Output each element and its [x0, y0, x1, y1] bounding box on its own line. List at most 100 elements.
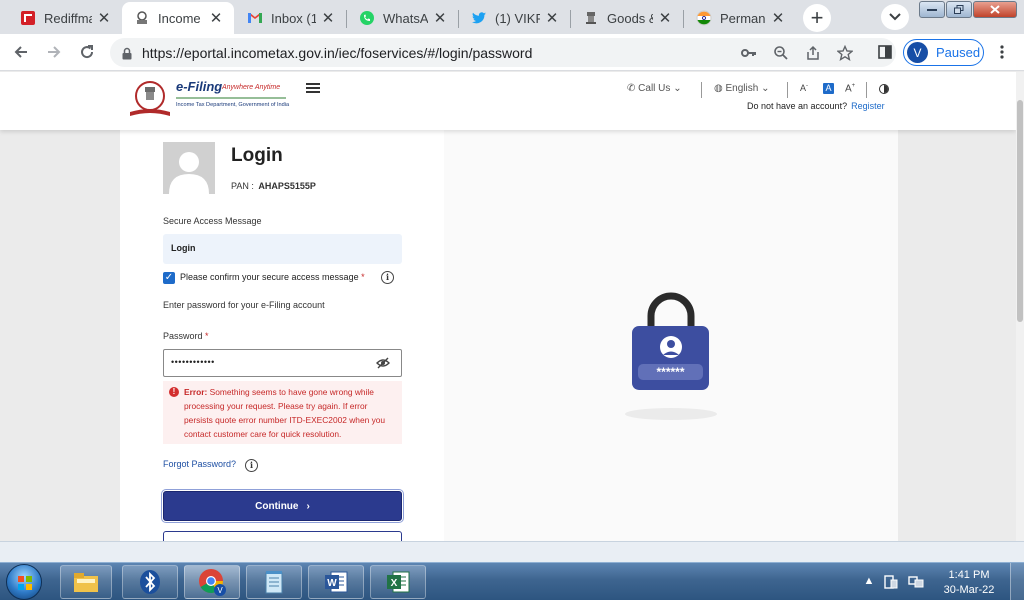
contrast-icon[interactable] — [879, 84, 889, 94]
divider — [866, 82, 867, 98]
font-increase-button[interactable]: A+ — [845, 83, 855, 94]
window-close-button[interactable] — [973, 1, 1017, 18]
address-bar[interactable]: https://eportal.incometax.gov.in/iec/fos… — [110, 38, 896, 67]
close-icon[interactable]: ✕ — [208, 9, 224, 27]
back-button[interactable] — [163, 531, 402, 541]
taskbar-bluetooth[interactable] — [122, 565, 178, 599]
minimize-button[interactable] — [919, 1, 945, 18]
lock-icon[interactable] — [118, 44, 136, 62]
clock-time: 1:41 PM — [948, 569, 990, 581]
required-marker: * — [361, 272, 365, 282]
language-menu[interactable]: ◍ English ⌄ — [714, 83, 770, 94]
no-account-text: Do not have an account? — [747, 101, 848, 111]
logo-title: e-Filing — [176, 79, 223, 94]
scrollbar-thumb[interactable] — [1017, 100, 1023, 322]
menu-button[interactable] — [990, 40, 1014, 64]
side-panel-icon — [878, 45, 892, 59]
register-link[interactable]: Register — [851, 101, 885, 111]
notepad-icon — [265, 571, 283, 594]
chrome-icon: V — [199, 569, 226, 596]
hamburger-menu-icon[interactable] — [306, 83, 320, 93]
minimize-icon — [927, 8, 937, 11]
clock-date: 30-Mar-22 — [943, 584, 995, 596]
forgot-password-link[interactable]: Forgot Password? — [163, 459, 236, 469]
show-hidden-icons-button[interactable]: ▲ — [862, 575, 876, 589]
continue-button[interactable]: Continue › — [161, 489, 404, 523]
call-us-menu[interactable]: ✆ Call Us ⌄ — [627, 83, 682, 94]
side-panel-button[interactable] — [873, 40, 897, 64]
windows-logo-icon — [18, 576, 32, 590]
system-clock[interactable]: 1:41 PM 30-Mar-22 — [936, 568, 1002, 598]
taskbar-chrome[interactable]: V — [184, 565, 240, 599]
page-title: Login — [231, 145, 283, 166]
secure-access-message: Login — [163, 234, 402, 264]
profile-button[interactable]: V Paused — [903, 39, 984, 66]
error-text: Something seems to have gone wrong while… — [184, 387, 386, 439]
svg-text:X: X — [391, 578, 398, 589]
taskbar-excel[interactable]: X — [370, 565, 426, 599]
zoom-icon[interactable] — [772, 44, 790, 62]
url-text: https://eportal.incometax.gov.in/iec/fos… — [142, 45, 533, 61]
register-prompt: Do not have an account? Register — [747, 101, 885, 111]
network-icon[interactable] — [908, 575, 924, 589]
chevron-down-icon: ⌄ — [673, 83, 682, 94]
start-button[interactable] — [6, 564, 42, 600]
confirm-checkbox[interactable]: ✓ — [163, 272, 175, 284]
action-center-icon[interactable] — [884, 575, 898, 589]
back-button[interactable] — [9, 40, 33, 64]
language-label: English — [725, 83, 759, 94]
confirm-label[interactable]: Please confirm your secure access messag… — [180, 272, 365, 282]
close-icon[interactable]: ✕ — [544, 9, 560, 27]
share-icon[interactable] — [804, 44, 822, 62]
close-icon[interactable]: ✕ — [320, 9, 336, 27]
profile-status: Paused — [936, 45, 981, 60]
reload-button[interactable] — [75, 40, 99, 64]
phone-icon: ✆ — [627, 83, 636, 94]
chevron-right-icon: › — [306, 500, 310, 512]
tab-goods-services[interactable]: Goods & ✕ — [571, 2, 683, 34]
tab-twitter[interactable]: (1) VIKRA ✕ — [459, 2, 570, 34]
chevron-down-icon: ⌄ — [761, 83, 770, 94]
word-icon: W — [325, 571, 348, 593]
restore-button[interactable] — [946, 1, 972, 18]
user-avatar-icon — [163, 142, 215, 194]
close-icon[interactable]: ✕ — [770, 9, 786, 27]
efiling-logo[interactable]: e-Filing Anywhere Anytime Income Tax Dep… — [128, 78, 289, 122]
twitter-icon — [471, 10, 487, 26]
tab-income-tax[interactable]: Income T ✕ — [122, 2, 234, 34]
tab-search-button[interactable] — [881, 4, 909, 30]
close-icon[interactable]: ✕ — [96, 9, 112, 27]
tab-rediffmail[interactable]: Rediffmai ✕ — [8, 2, 122, 34]
forward-button[interactable] — [42, 40, 66, 64]
show-desktop-button[interactable] — [1010, 563, 1024, 600]
password-field[interactable]: •••••••••••• — [163, 349, 402, 377]
tab-permanent[interactable]: Permane ✕ — [684, 2, 796, 34]
padlock-illustration: ****** — [625, 292, 717, 420]
taskbar-word[interactable]: W — [308, 565, 364, 599]
info-icon[interactable]: i — [245, 459, 258, 472]
eye-off-icon[interactable] — [376, 357, 390, 369]
page-scrollbar[interactable] — [1016, 72, 1024, 541]
font-decrease-button[interactable]: A- — [800, 83, 808, 93]
tab-whatsapp[interactable]: WhatsAp ✕ — [347, 2, 458, 34]
new-tab-button[interactable]: + — [803, 4, 831, 32]
bluetooth-icon — [140, 570, 160, 594]
tab-label: Permane — [720, 10, 766, 26]
close-icon[interactable]: ✕ — [657, 9, 673, 27]
tab-label: Rediffmai — [44, 10, 92, 26]
taskbar: V W X ▲ 1:41 PM 30-Mar-22 — [0, 562, 1024, 600]
key-icon[interactable] — [740, 44, 758, 62]
taskbar-file-explorer[interactable] — [60, 565, 112, 599]
taskbar-notepad[interactable] — [246, 565, 302, 599]
close-icon[interactable]: ✕ — [432, 9, 448, 27]
bookmark-star-icon[interactable] — [836, 44, 854, 62]
font-normal-button[interactable]: A — [823, 83, 834, 94]
income-tax-icon — [134, 10, 150, 26]
required-marker: * — [205, 331, 209, 341]
info-icon[interactable]: i — [381, 271, 394, 284]
divider — [787, 82, 788, 98]
tab-label: Goods & — [607, 10, 653, 26]
tab-gmail[interactable]: Inbox (1) ✕ — [235, 2, 346, 34]
avatar: V — [907, 42, 928, 63]
download-bar — [0, 541, 1024, 562]
